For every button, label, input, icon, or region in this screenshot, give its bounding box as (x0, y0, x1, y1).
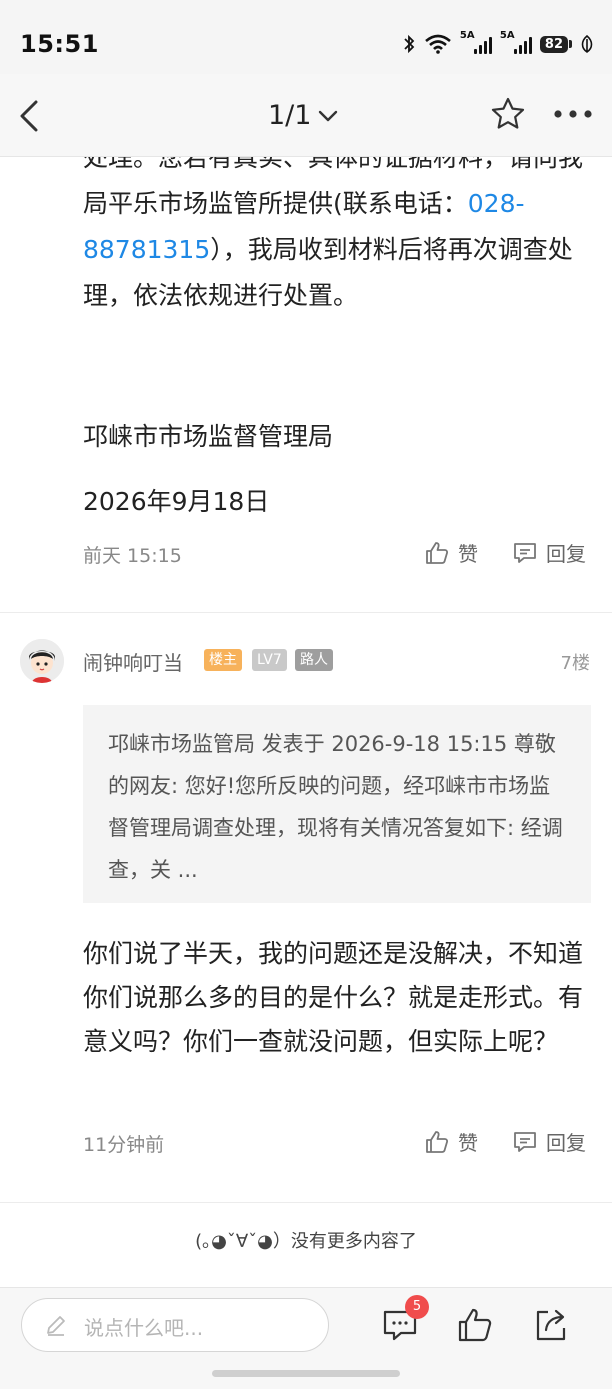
comment-divider (0, 1202, 612, 1203)
signal-1-label: 5A (459, 30, 475, 41)
signal-1-icon: 5A (460, 30, 492, 54)
status-bar: 15:51 5A 5A 82 (0, 0, 612, 74)
comment-like-label: 赞 (458, 1131, 478, 1155)
like-button[interactable]: 赞 (424, 538, 478, 567)
comment-input[interactable]: 说点什么吧... (21, 1298, 329, 1352)
comment-reply-button[interactable]: 回复 (512, 1127, 586, 1156)
reply-label: 回复 (546, 542, 586, 566)
username[interactable]: 闹钟响叮当 (83, 647, 183, 676)
leaf-icon (581, 35, 593, 53)
comment-input-placeholder: 说点什么吧... (84, 1316, 204, 1340)
wifi-icon (425, 34, 451, 54)
top-nav-bar: 1/1 (0, 74, 612, 157)
pencil-icon (47, 1316, 65, 1336)
comment-body: 你们说了半天，我的问题还是没解决，不知道你们说那么多的目的是什么？就是走形式。有… (83, 939, 584, 1056)
comment-icon (514, 1131, 536, 1152)
badge-title: 路人 (295, 649, 333, 671)
comment-reply-label: 回复 (546, 1131, 586, 1155)
more-options-icon[interactable] (552, 104, 594, 124)
post-divider (0, 612, 612, 613)
official-reply-text: 处理。您若有真实、具体的证据材料，请向我局平乐市场监管所提供(联系电话：028-… (83, 157, 583, 319)
floor-number: 7楼 (560, 653, 590, 674)
star-icon[interactable] (490, 96, 526, 132)
comment-time: 11分钟前 (83, 1134, 165, 1156)
comment-like-button[interactable]: 赞 (424, 1127, 478, 1156)
home-indicator[interactable] (212, 1370, 400, 1377)
bluetooth-icon (404, 34, 415, 54)
battery-icon: 82 (539, 35, 572, 53)
share-icon[interactable] (532, 1306, 570, 1344)
avatar-cartoon-icon (20, 639, 64, 683)
thread-content: 处理。您若有真实、具体的证据材料，请向我局平乐市场监管所提供(联系电话：028-… (0, 157, 612, 1287)
battery-level: 82 (539, 35, 568, 53)
page-selector[interactable]: 1/1 (268, 100, 339, 131)
back-arrow-icon[interactable] (14, 96, 48, 136)
status-icons: 5A 5A 82 (402, 30, 594, 55)
post-time: 前天 15:15 (83, 545, 182, 567)
page-indicator: 1/1 (268, 100, 312, 131)
chevron-down-icon (319, 110, 338, 121)
reply-button[interactable]: 回复 (512, 538, 586, 567)
end-of-list-note: (｡◕ˇ∀ˇ◕）没有更多内容了 (195, 1231, 417, 1252)
signal-2-label: 5A (499, 30, 515, 41)
thumbs-up-icon (426, 541, 449, 564)
signature-date: 2026年9月18日 (83, 487, 270, 516)
quoted-post[interactable]: 邛崃市场监管局 发表于 2026-9-18 15:15 尊敬的网友: 您好!您所… (83, 705, 591, 903)
thumbs-up-icon[interactable] (456, 1306, 494, 1344)
avatar[interactable] (20, 639, 64, 683)
badge-op: 楼主 (204, 649, 242, 671)
like-label: 赞 (458, 542, 478, 566)
quoted-text: 邛崃市场监管局 发表于 2026-9-18 15:15 尊敬的网友: 您好!您所… (108, 732, 563, 882)
status-time: 15:51 (20, 30, 99, 58)
signal-2-icon: 5A (500, 30, 532, 54)
signature-organization: 邛崃市市场监督管理局 (83, 422, 334, 451)
comment-icon (514, 542, 536, 563)
comment-count-badge: 5 (405, 1295, 429, 1319)
thumbs-up-icon (426, 1130, 449, 1153)
badge-level: LV7 (252, 649, 287, 671)
